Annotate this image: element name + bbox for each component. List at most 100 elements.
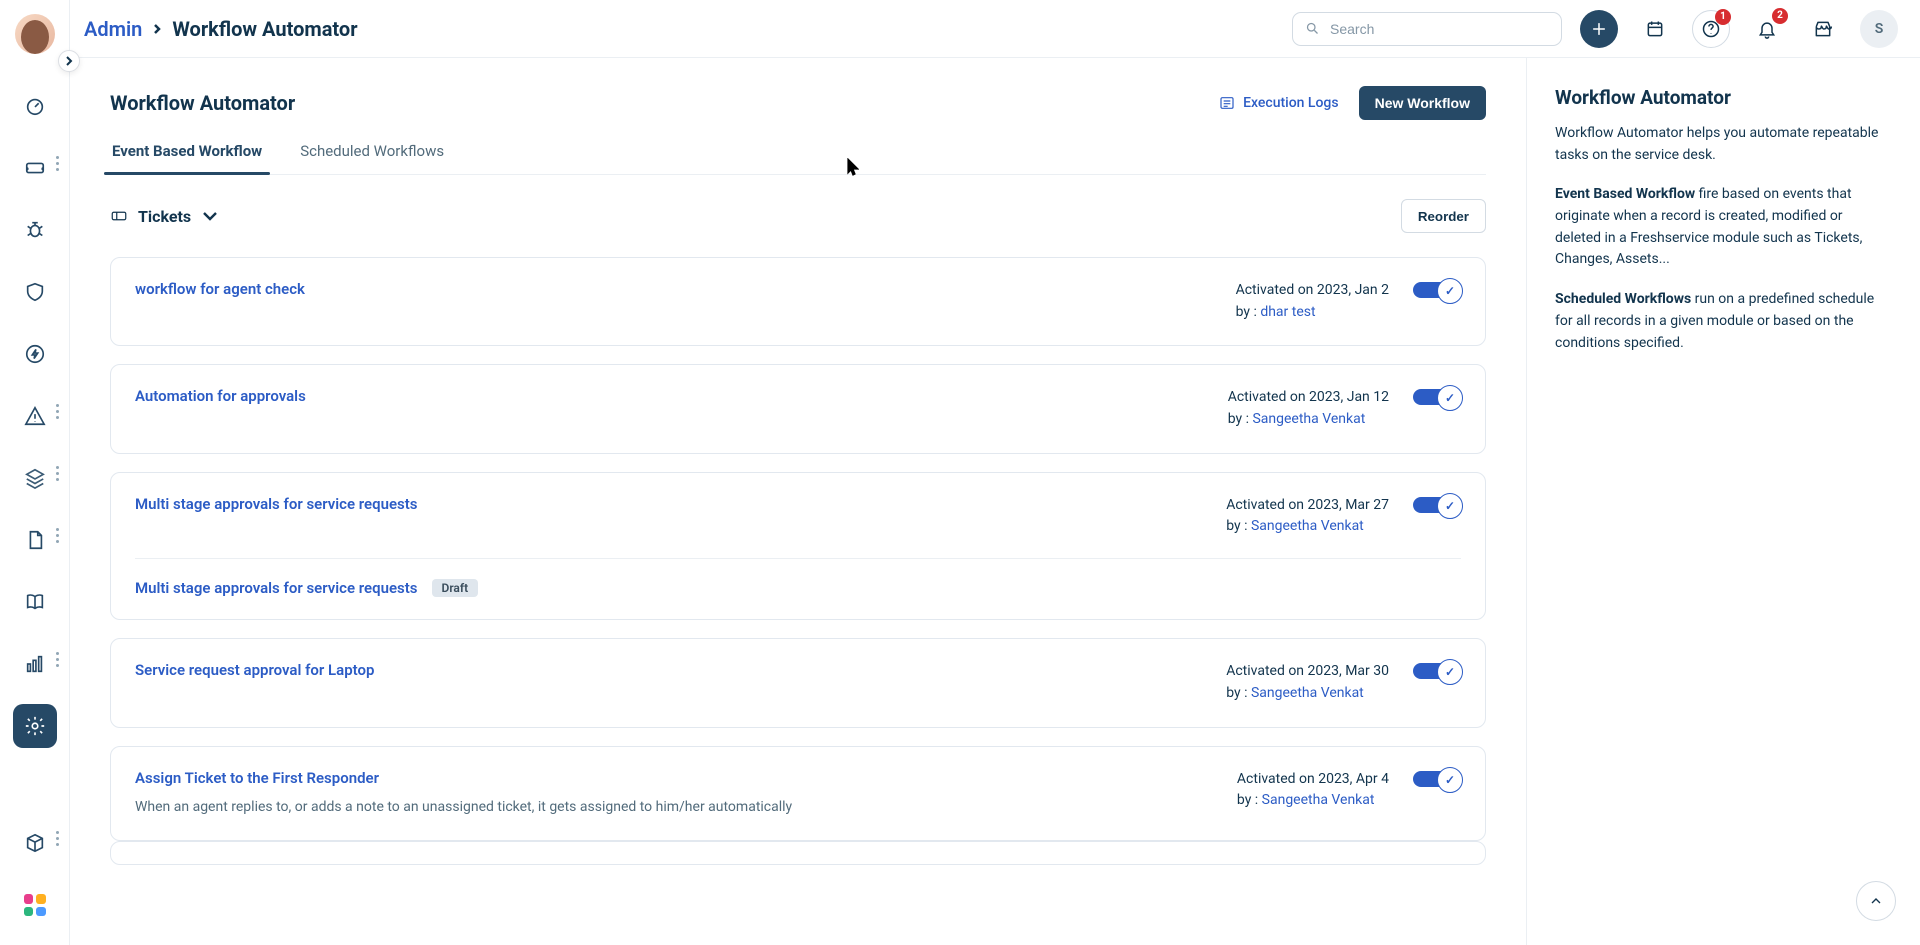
chevron-down-icon — [201, 207, 219, 225]
main: Workflow Automator Execution Logs New Wo… — [70, 58, 1920, 945]
workflow-toggle[interactable] — [1413, 497, 1461, 513]
workflow-meta: Activated on 2023, Jan 12by : Sangeetha … — [1228, 387, 1389, 430]
nav-alerts[interactable] — [13, 394, 57, 438]
logs-icon — [1219, 95, 1235, 111]
chevron-right-icon — [152, 24, 162, 34]
chevron-right-icon — [64, 56, 74, 66]
cube-icon — [24, 832, 46, 854]
notifications-badge: 2 — [1772, 8, 1788, 24]
help-button[interactable]: 1 — [1692, 10, 1730, 48]
bolt-circle-icon — [24, 343, 46, 365]
help-badge: 1 — [1715, 9, 1731, 25]
bug-icon — [24, 219, 46, 241]
workflow-user-link[interactable]: Sangeetha Venkat — [1262, 792, 1375, 808]
nav-inventory[interactable] — [13, 821, 57, 865]
nav-solutions[interactable] — [13, 518, 57, 562]
workflow-toggle[interactable] — [1413, 771, 1461, 787]
workflow-activated-on: Activated on 2023, Mar 27 — [1226, 495, 1389, 517]
workflow-title-link[interactable]: Automation for approvals — [135, 387, 306, 405]
new-button[interactable] — [1580, 10, 1618, 48]
nav-knowledge[interactable] — [13, 580, 57, 624]
nav-changes[interactable] — [13, 270, 57, 314]
workflow-list: workflow for agent check Activated on 202… — [110, 257, 1486, 841]
workflow-card: Service request approval for Laptop Activ… — [110, 638, 1486, 727]
workflow-activated-by: by : Sangeetha Venkat — [1228, 409, 1389, 431]
layers-icon — [24, 467, 46, 489]
workflow-activated-by: by : Sangeetha Venkat — [1226, 516, 1389, 538]
workflow-draft-title-link[interactable]: Multi stage approvals for service reques… — [135, 579, 418, 597]
workflow-activated-on: Activated on 2023, Jan 12 — [1228, 387, 1389, 409]
workflow-title-link[interactable]: Service request approval for Laptop — [135, 661, 374, 679]
calendar-button[interactable] — [1636, 10, 1674, 48]
notifications-button[interactable]: 2 — [1748, 10, 1786, 48]
ticket-icon — [110, 207, 128, 225]
global-search[interactable] — [1292, 12, 1562, 46]
calendar-user-icon — [1645, 19, 1665, 39]
apps-grid-icon — [24, 894, 46, 916]
book-icon — [24, 591, 46, 613]
gauge-icon — [24, 95, 46, 117]
nav-tickets[interactable] — [13, 146, 57, 190]
nav-apps[interactable] — [13, 883, 57, 927]
shield-icon — [24, 281, 46, 303]
scroll-top-button[interactable] — [1856, 881, 1896, 921]
workflow-toggle[interactable] — [1413, 663, 1461, 679]
workflow-card: Assign Ticket to the First Responder When… — [110, 746, 1486, 841]
draft-badge: Draft — [432, 579, 479, 597]
workflow-title-link[interactable]: workflow for agent check — [135, 280, 305, 298]
workflow-title-link[interactable]: Multi stage approvals for service reques… — [135, 495, 418, 513]
tab-scheduled[interactable]: Scheduled Workflows — [298, 142, 446, 174]
tab-event-based[interactable]: Event Based Workflow — [110, 142, 264, 174]
workflow-activated-on: Activated on 2023, Jan 2 — [1236, 280, 1389, 302]
sidepanel-event-text: Event Based Workflow fire based on event… — [1555, 184, 1892, 271]
nav-admin[interactable] — [13, 704, 57, 748]
workflow-user-link[interactable]: Sangeetha Venkat — [1251, 518, 1364, 534]
execution-logs-link[interactable]: Execution Logs — [1219, 95, 1339, 111]
workflow-activated-by: by : Sangeetha Venkat — [1237, 790, 1389, 812]
workflow-meta: Activated on 2023, Mar 30by : Sangeetha … — [1226, 661, 1389, 704]
workflow-toggle[interactable] — [1413, 282, 1461, 298]
side-panel: Workflow Automator Workflow Automator he… — [1527, 58, 1920, 945]
execution-logs-label: Execution Logs — [1243, 95, 1339, 111]
chart-icon — [24, 653, 46, 675]
workflow-meta: Activated on 2023, Mar 27by : Sangeetha … — [1226, 495, 1389, 538]
plus-icon — [1589, 19, 1609, 39]
workflow-user-link[interactable]: Sangeetha Venkat — [1251, 685, 1364, 701]
nav-reports[interactable] — [13, 642, 57, 686]
search-input[interactable] — [1330, 21, 1549, 37]
topbar: Admin Workflow Automator 1 2 S — [70, 0, 1920, 58]
workflow-activated-by: by : Sangeetha Venkat — [1226, 683, 1389, 705]
workflow-meta: Activated on 2023, Jan 2by : dhar test — [1236, 280, 1389, 323]
search-icon — [1305, 21, 1320, 36]
breadcrumb-root-link[interactable]: Admin — [84, 17, 142, 41]
gear-icon — [24, 715, 46, 737]
workflow-activated-on: Activated on 2023, Apr 4 — [1237, 769, 1389, 791]
breadcrumb: Admin Workflow Automator — [84, 17, 358, 41]
marketplace-button[interactable] — [1804, 10, 1842, 48]
workflow-draft-row: Multi stage approvals for service reques… — [135, 558, 1461, 597]
sidepanel-intro: Workflow Automator helps you automate re… — [1555, 123, 1892, 166]
reorder-button[interactable]: Reorder — [1401, 199, 1486, 233]
sidepanel-sched-text: Scheduled Workflows run on a predefined … — [1555, 289, 1892, 354]
workflow-description: When an agent replies to, or adds a note… — [135, 797, 835, 818]
nav-problems[interactable] — [13, 208, 57, 252]
workflow-user-link[interactable]: Sangeetha Venkat — [1252, 411, 1365, 427]
nav-releases[interactable] — [13, 332, 57, 376]
workflow-card: workflow for agent check Activated on 202… — [110, 257, 1486, 346]
profile-avatar[interactable]: S — [1860, 10, 1898, 48]
new-workflow-button[interactable]: New Workflow — [1359, 86, 1486, 120]
sidepanel-title: Workflow Automator — [1555, 86, 1892, 109]
workspace-avatar[interactable] — [15, 14, 55, 54]
nav-assets[interactable] — [13, 456, 57, 500]
nav-dashboard[interactable] — [13, 84, 57, 128]
workflow-card: Multi stage approvals for service reques… — [110, 472, 1486, 620]
workflow-toggle[interactable] — [1413, 389, 1461, 405]
rail-expand-toggle[interactable] — [58, 50, 80, 72]
breadcrumb-current: Workflow Automator — [172, 17, 357, 41]
workflow-title-link[interactable]: Assign Ticket to the First Responder — [135, 769, 379, 787]
left-rail — [0, 0, 70, 945]
document-icon — [24, 529, 46, 551]
module-picker[interactable]: Tickets — [110, 207, 219, 226]
workflow-user-link[interactable]: dhar test — [1260, 304, 1315, 320]
workflow-activated-by: by : dhar test — [1236, 302, 1389, 324]
